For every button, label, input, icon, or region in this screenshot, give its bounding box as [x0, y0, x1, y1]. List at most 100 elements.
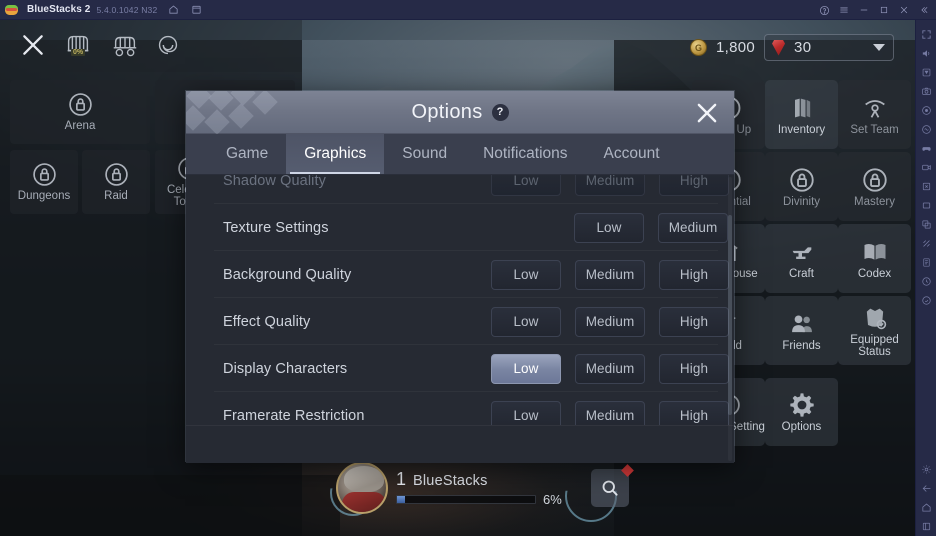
tab-graphics[interactable]: Graphics — [286, 134, 385, 174]
sync-icon[interactable] — [918, 291, 935, 310]
app-version: 5.4.0.1042 N32 — [96, 4, 158, 15]
setting-label: Effect Quality — [223, 313, 311, 330]
script-icon[interactable] — [918, 253, 935, 272]
collapse-button[interactable] — [914, 0, 934, 20]
option-medium[interactable]: Medium — [575, 353, 645, 384]
shake-icon[interactable] — [918, 120, 935, 139]
menu-tile-label: Divinity — [782, 195, 821, 208]
dialog-body: Shadow Quality Low Medium High Highest T… — [186, 175, 734, 463]
volume-icon[interactable] — [918, 44, 935, 63]
rotate-icon[interactable] — [918, 272, 935, 291]
chevron-down-icon[interactable] — [873, 44, 886, 51]
setting-label: Display Characters — [223, 360, 348, 377]
app-title: BlueStacks 2 — [27, 4, 91, 15]
help-icon[interactable]: ? — [491, 103, 509, 121]
multi-instance-icon[interactable] — [918, 196, 935, 215]
maximize-button[interactable] — [874, 0, 894, 20]
home-icon[interactable] — [166, 3, 180, 17]
option-low[interactable]: Low — [491, 259, 561, 290]
book-icon — [861, 238, 889, 266]
setting-label: Framerate Restriction — [223, 407, 365, 424]
settings-list: Shadow Quality Low Medium High Highest T… — [186, 175, 734, 439]
setting-label: Background Quality — [223, 266, 352, 283]
option-medium[interactable]: Medium — [575, 259, 645, 290]
option-low[interactable]: Low — [491, 175, 561, 196]
home-icon[interactable] — [918, 498, 935, 517]
menu-tile-dungeons[interactable]: Dungeons — [10, 150, 78, 214]
menu-tile-divinity[interactable]: Divinity — [765, 152, 838, 221]
dialog-close-button[interactable] — [694, 100, 720, 126]
tab-sound[interactable]: Sound — [384, 134, 465, 174]
back-arrow-icon[interactable] — [918, 479, 935, 498]
search-button[interactable] — [591, 464, 634, 507]
tab-game[interactable]: Game — [208, 134, 286, 174]
bluestacks-logo — [5, 4, 18, 16]
spiral-icon[interactable] — [153, 30, 183, 60]
copy-instance-icon[interactable] — [918, 215, 935, 234]
menu-tile-equipped-status[interactable]: Equipped Status — [838, 296, 911, 365]
options-dialog: Options ? Game Graphics Sound Notificati… — [185, 90, 735, 463]
menu-button[interactable] — [834, 0, 854, 20]
bluestacks-toolbar — [915, 20, 936, 536]
menu-tile-options[interactable]: Options — [765, 378, 838, 446]
setting-row-display-characters: Display Characters Low Medium High Highe… — [186, 345, 734, 392]
fullscreen-icon[interactable] — [918, 25, 935, 44]
screen-root: 0% Arena Dungeons Raid G 1,800 30 Up Inv… — [0, 0, 936, 536]
menu-tile-label: Codex — [857, 267, 892, 280]
macro-icon[interactable] — [918, 177, 935, 196]
menu-tile-mastery[interactable]: Mastery — [838, 152, 911, 221]
menu-tile-inventory[interactable]: Inventory — [765, 80, 838, 149]
avatar[interactable] — [336, 462, 388, 514]
inventory-icon — [788, 94, 816, 122]
screenshot-icon[interactable] — [918, 82, 935, 101]
setting-options: Low Medium High — [574, 212, 734, 243]
dialog-footer — [186, 425, 734, 463]
option-low[interactable]: Low — [491, 306, 561, 337]
player-info: 1 BlueStacks 6% — [396, 469, 581, 507]
game-close-button[interactable] — [20, 32, 46, 58]
menu-tile-label: Raid — [104, 190, 128, 202]
setting-row-shadow-quality: Shadow Quality Low Medium High Highest — [186, 175, 734, 204]
option-high[interactable]: High — [659, 259, 729, 290]
ruby-gem-icon — [772, 39, 786, 56]
caravan-icon[interactable]: 0% — [63, 30, 93, 60]
setting-row-effect-quality: Effect Quality Low Medium High Highest — [186, 298, 734, 345]
carriage-icon[interactable] — [110, 30, 140, 60]
settings-gear-icon[interactable] — [918, 460, 935, 479]
close-button[interactable] — [894, 0, 914, 20]
menu-tile-label: Friends — [782, 339, 821, 352]
keymapping-icon[interactable] — [918, 63, 935, 82]
option-high[interactable]: High — [659, 175, 729, 196]
option-low[interactable]: Low — [491, 353, 561, 384]
menu-tile-friends[interactable]: Friends — [765, 296, 838, 365]
friends-icon — [788, 310, 816, 338]
tabs-icon[interactable] — [189, 3, 203, 17]
menu-tile-arena[interactable]: Arena — [10, 80, 150, 144]
menu-tile-raid[interactable]: Raid — [82, 150, 150, 214]
option-high[interactable]: High — [659, 353, 729, 384]
currency-bar: G 1,800 30 — [690, 34, 895, 61]
gamepad-icon[interactable] — [918, 139, 935, 158]
location-icon[interactable] — [918, 101, 935, 120]
tab-notifications[interactable]: Notifications — [465, 134, 585, 174]
gem-dropdown[interactable]: 30 — [764, 34, 895, 61]
option-medium[interactable]: Medium — [658, 212, 728, 243]
option-medium[interactable]: Medium — [575, 175, 645, 196]
setting-row-background-quality: Background Quality Low Medium High Highe… — [186, 251, 734, 298]
option-high[interactable]: High — [659, 306, 729, 337]
menu-tile-craft[interactable]: Craft — [765, 224, 838, 293]
menu-tile-label: Mastery — [854, 195, 895, 208]
menu-tile-codex[interactable]: Codex — [838, 224, 911, 293]
option-low[interactable]: Low — [574, 212, 644, 243]
eco-mode-icon[interactable] — [918, 234, 935, 253]
option-medium[interactable]: Medium — [575, 306, 645, 337]
dialog-scrollbar-thumb[interactable] — [728, 215, 732, 415]
video-record-icon[interactable] — [918, 158, 935, 177]
help-button[interactable] — [814, 0, 834, 20]
setting-label: Shadow Quality — [223, 175, 326, 189]
menu-tile-set-team[interactable]: Set Team — [838, 80, 911, 149]
minimize-button[interactable] — [854, 0, 874, 20]
tab-account[interactable]: Account — [586, 134, 678, 174]
bottom-left-scrim — [0, 475, 340, 536]
recents-icon[interactable] — [918, 517, 935, 536]
